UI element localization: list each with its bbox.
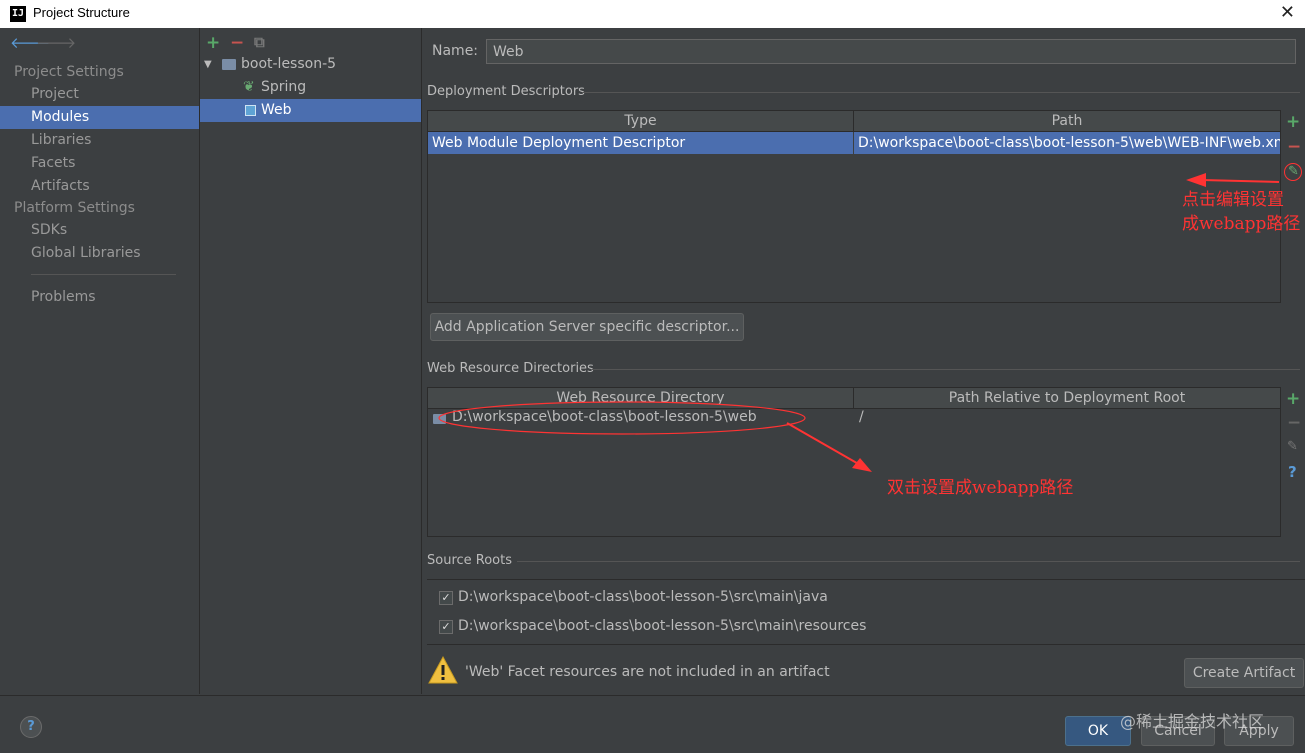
tree-node-label: boot-lesson-5 xyxy=(241,56,337,72)
artifact-warning-text: 'Web' Facet resources are not included i… xyxy=(465,664,830,680)
facet-settings-panel: Name: Deployment Descriptors Type Path W… xyxy=(422,28,1305,694)
add-server-descriptor-button[interactable]: Add Application Server specific descript… xyxy=(430,313,744,341)
add-icon[interactable]: + xyxy=(206,33,220,53)
remove-icon[interactable]: − xyxy=(1287,137,1301,157)
dialog-footer: ? OK Cancel Apply @稀土掘金技术社区 xyxy=(0,695,1305,753)
spring-leaf-icon: ❦ xyxy=(243,79,255,95)
source-root-checkbox[interactable]: ✓ xyxy=(439,591,453,605)
sidebar-divider xyxy=(31,274,176,275)
annotation-ellipse xyxy=(438,401,806,435)
tree-node-web[interactable]: Web xyxy=(200,99,421,122)
sidebar-item-global-libraries[interactable]: Global Libraries xyxy=(0,242,199,265)
source-roots-list: ✓ D:\workspace\boot-class\boot-lesson-5\… xyxy=(427,579,1305,645)
deployment-descriptors-title: Deployment Descriptors xyxy=(427,84,585,99)
watermark: @稀土掘金技术社区 xyxy=(1120,712,1265,731)
annotation-edit-hint-line1: 点击编辑设置 xyxy=(1182,190,1284,210)
add-icon[interactable]: + xyxy=(1286,112,1300,132)
remove-icon[interactable]: − xyxy=(230,33,244,53)
module-tree-panel: + − ⧉ ▼ boot-lesson-5 ❦ Spring Web xyxy=(200,28,422,694)
name-field[interactable] xyxy=(486,39,1296,64)
sidebar-item-sdks[interactable]: SDKs xyxy=(0,219,199,242)
title-bar: IJ Project Structure ✕ xyxy=(0,0,1305,28)
annotation-edit-hint-line2: 成webapp路径 xyxy=(1182,214,1301,234)
source-root-path: D:\workspace\boot-class\boot-lesson-5\sr… xyxy=(458,589,828,605)
sidebar-item-problems[interactable]: Problems xyxy=(0,286,199,309)
section-divider xyxy=(517,561,1300,562)
sidebar-item-project[interactable]: Project xyxy=(0,83,199,106)
expand-arrow-icon[interactable]: ▼ xyxy=(204,53,212,76)
module-folder-icon xyxy=(222,59,236,70)
sidebar-item-modules[interactable]: Modules xyxy=(0,106,199,129)
warning-icon xyxy=(428,655,458,684)
tree-node-spring[interactable]: ❦ Spring xyxy=(200,76,421,99)
add-icon[interactable]: + xyxy=(1286,389,1300,409)
table-row-path-cell[interactable]: D:\workspace\boot-class\boot-lesson-5\we… xyxy=(854,132,1280,154)
source-root-path: D:\workspace\boot-class\boot-lesson-5\sr… xyxy=(458,618,867,634)
section-divider xyxy=(582,92,1300,93)
sidebar-item-libraries[interactable]: Libraries xyxy=(0,129,199,152)
section-divider xyxy=(592,369,1300,370)
help-icon[interactable]: ? xyxy=(20,716,42,738)
close-icon[interactable]: ✕ xyxy=(1280,2,1295,23)
tree-node-label: Spring xyxy=(261,79,307,95)
copy-icon[interactable]: ⧉ xyxy=(254,33,265,51)
window-title: Project Structure xyxy=(33,5,130,20)
remove-icon[interactable]: − xyxy=(1287,413,1301,433)
source-roots-title: Source Roots xyxy=(427,553,513,568)
web-facet-icon xyxy=(245,105,256,116)
annotation-arrow-dblclick xyxy=(786,422,872,472)
web-resource-directories-title: Web Resource Directories xyxy=(427,361,594,376)
web-resources-toolbar: + − ✎ ? xyxy=(1280,387,1305,535)
edit-pencil-icon[interactable]: ✎ xyxy=(1288,164,1299,179)
create-artifact-button[interactable]: Create Artifact xyxy=(1184,658,1304,688)
edit-pencil-icon[interactable]: ✎ xyxy=(1287,439,1298,454)
column-header-path[interactable]: Path xyxy=(854,111,1280,132)
tree-node-label: Web xyxy=(261,102,292,118)
forward-arrow-icon[interactable]: 🡒 xyxy=(36,33,76,52)
column-header-type[interactable]: Type xyxy=(428,111,854,132)
project-settings-header: Project Settings xyxy=(14,64,124,80)
web-resource-rel-cell[interactable]: / xyxy=(859,406,1279,428)
deployment-descriptors-table: Type Path Web Module Deployment Descript… xyxy=(427,110,1281,303)
tree-node-boot-lesson-5[interactable]: ▼ boot-lesson-5 xyxy=(200,53,421,76)
name-label: Name: xyxy=(432,43,479,59)
table-row-type-cell[interactable]: Web Module Deployment Descriptor xyxy=(428,132,853,154)
intellij-app-icon: IJ xyxy=(10,6,26,22)
help-icon[interactable]: ? xyxy=(1288,463,1297,481)
platform-settings-header: Platform Settings xyxy=(14,200,135,216)
sidebar-item-artifacts[interactable]: Artifacts xyxy=(0,175,199,198)
source-root-checkbox[interactable]: ✓ xyxy=(439,620,453,634)
settings-sidebar: 🡐 🡒 Project Settings Project Modules Lib… xyxy=(0,28,200,694)
annotation-dblclick-hint: 双击设置成webapp路径 xyxy=(887,478,1074,498)
sidebar-item-facets[interactable]: Facets xyxy=(0,152,199,175)
